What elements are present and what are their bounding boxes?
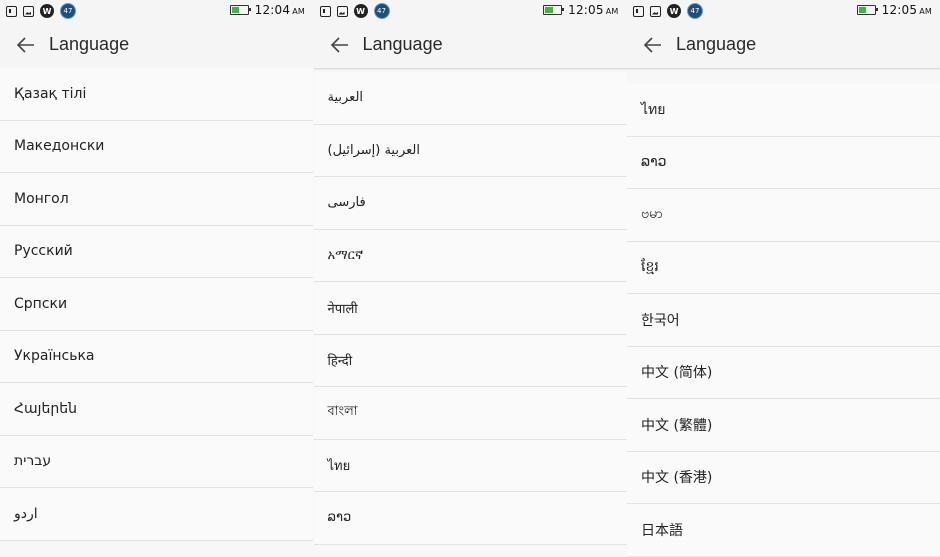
w-app-icon: W [40,4,54,18]
battery-icon [543,5,565,15]
notification-icon [6,5,17,17]
screen-3: W 47 12:05 AM Language ไทย ລາວ ဗမာ ខ្មែរ … [627,0,940,557]
arrow-left-icon[interactable] [328,33,352,57]
list-item[interactable]: Монгол [0,173,313,226]
language-list: العربية العربية (إسرائيل) فارسی አማርኛ नेप… [313,72,627,545]
list-item[interactable]: Українська [0,330,313,383]
badge-icon: 47 [373,3,390,19]
list-item[interactable]: Македонски [0,120,313,173]
clock: 12:05 AM [568,3,619,17]
screens-container: W 47 12:04 AM Language Қазақ тілі Македон… [0,0,940,557]
arrow-left-icon[interactable] [14,33,38,57]
app-bar: Language [0,23,313,69]
gallery-icon [336,5,348,17]
list-item[interactable]: العربية [313,72,627,125]
page-title: Language [49,34,130,54]
list-item[interactable]: ไทย [313,439,627,492]
badge-icon: 47 [60,3,76,19]
list-item[interactable]: Հայերեն [0,383,313,436]
clock: 12:04 AM [254,3,305,17]
list-item[interactable]: हिन्दी [313,334,627,387]
status-bar: W 47 12:05 AM [313,0,627,23]
list-item[interactable]: ລາວ [313,492,627,545]
battery-icon [229,5,251,15]
list-item[interactable]: Српски [0,278,313,331]
screen-1: W 47 12:04 AM Language Қазақ тілі Македон… [0,0,313,557]
list-item[interactable]: ລາວ [627,136,940,189]
battery-icon [856,5,878,15]
language-list: Қазақ тілі Македонски Монгол Русский Срп… [0,68,313,541]
status-bar: W 47 12:04 AM [0,0,313,23]
gallery-icon [650,5,661,17]
notification-icon [319,5,331,17]
list-item[interactable]: Қазақ тілі [0,68,313,121]
screen-2: W 47 12:05 AM Language العربية العربية (إ… [313,0,627,557]
list-item[interactable]: Русский [0,225,313,278]
app-bar: Language [313,23,627,69]
badge-icon: 47 [687,3,703,19]
w-app-icon: W [667,4,681,18]
list-item[interactable]: 中文 (繁體) [627,399,940,452]
list-item[interactable]: नेपाली [313,282,627,335]
arrow-left-icon[interactable] [641,33,665,57]
list-item[interactable]: 日本語 [627,504,940,557]
list-item[interactable]: ဗမာ [627,189,940,242]
language-list: ไทย ລາວ ဗမာ ខ្មែរ 한국어 中文 (简体) 中文 (繁體) 中文… [627,84,940,557]
list-item[interactable]: עברית [0,435,313,488]
page-title: Language [362,34,443,54]
gallery-icon [23,5,34,17]
list-item[interactable]: فارسی [313,177,627,230]
clock: 12:05 AM [881,3,932,17]
list-item[interactable]: አማርኛ [313,229,627,282]
status-bar: W 47 12:05 AM [627,0,940,23]
list-item[interactable]: 한국어 [627,294,940,347]
list-item[interactable]: ខ្មែរ [627,241,940,294]
list-item[interactable]: বাংলা [313,387,627,440]
w-app-icon: W [353,4,368,18]
list-item[interactable]: العربية (إسرائيل) [313,124,627,177]
page-title: Language [676,34,757,54]
list-item[interactable]: 中文 (香港) [627,451,940,504]
notification-icon [633,5,644,17]
app-bar: Language [627,23,940,69]
list-item[interactable]: 中文 (简体) [627,346,940,399]
list-item[interactable]: ไทย [627,84,940,137]
list-item[interactable]: اردو [0,488,313,541]
